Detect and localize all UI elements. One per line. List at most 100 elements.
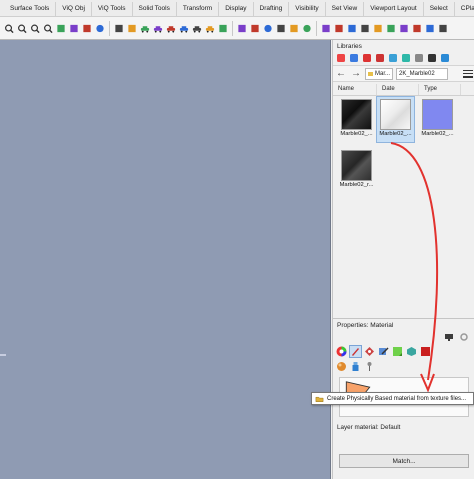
shape-icon[interactable] bbox=[386, 22, 396, 34]
rotate-view-icon[interactable] bbox=[69, 22, 79, 34]
layer-material-label: Layer material: bbox=[337, 424, 379, 431]
material-swatch bbox=[341, 150, 372, 181]
note-icon[interactable] bbox=[392, 346, 403, 357]
image-icon[interactable] bbox=[388, 53, 398, 63]
zoom-window-icon[interactable] bbox=[30, 22, 40, 34]
monitor-icon[interactable] bbox=[444, 332, 454, 342]
right-panel: Libraries ← → Mar... 2K_Marble02 Name Da… bbox=[332, 40, 474, 479]
library-item-label: Marble02_... bbox=[421, 131, 454, 137]
tab-set-view[interactable]: Set View bbox=[326, 2, 365, 16]
tab-visibility[interactable]: Visibility bbox=[289, 2, 326, 16]
library-item-selected[interactable]: Marble02_... bbox=[376, 96, 415, 143]
material-swatch bbox=[422, 99, 453, 130]
camera-icon[interactable] bbox=[427, 53, 437, 63]
match-button[interactable]: Match... bbox=[339, 454, 469, 468]
back-arrow-icon[interactable]: ← bbox=[335, 68, 347, 80]
wireframe-icon[interactable] bbox=[114, 22, 124, 34]
camera-icon[interactable] bbox=[237, 22, 247, 34]
tab-transform[interactable]: Transform bbox=[177, 2, 220, 16]
car-icon[interactable] bbox=[179, 22, 189, 34]
paint-icon[interactable] bbox=[349, 53, 359, 63]
folder-open-icon bbox=[315, 394, 324, 403]
tab-cplane[interactable]: CPlane bbox=[455, 2, 474, 16]
material-swatch bbox=[341, 99, 372, 130]
car-icon[interactable] bbox=[166, 22, 176, 34]
material-swatch bbox=[380, 99, 411, 130]
viewport-edge-marker bbox=[0, 354, 6, 356]
texture-icon[interactable] bbox=[364, 346, 375, 357]
tag-icon[interactable] bbox=[362, 53, 372, 63]
shape-icon[interactable] bbox=[218, 22, 228, 34]
tag-icon[interactable] bbox=[375, 53, 385, 63]
view-icon[interactable] bbox=[82, 22, 92, 34]
tab-viq-obj[interactable]: ViQ Obj bbox=[56, 2, 92, 16]
globe-icon[interactable] bbox=[440, 53, 450, 63]
desk-icon[interactable] bbox=[250, 22, 260, 34]
sphere-icon[interactable] bbox=[336, 361, 347, 372]
color-wheel-icon[interactable] bbox=[336, 53, 346, 63]
paint-brush-icon[interactable] bbox=[349, 345, 362, 358]
car-icon[interactable] bbox=[140, 22, 150, 34]
tab-viewport-layout[interactable]: Viewport Layout bbox=[364, 2, 424, 16]
tab-solid-tools[interactable]: Solid Tools bbox=[133, 2, 177, 16]
save-icon[interactable] bbox=[321, 22, 331, 34]
library-item[interactable]: Marble02_r... bbox=[338, 148, 375, 193]
column-type[interactable]: Type bbox=[419, 84, 461, 95]
properties-title: Properties: Material bbox=[337, 322, 394, 329]
breadcrumb-current[interactable]: 2K_Marble02 bbox=[396, 67, 448, 80]
settings-icon[interactable] bbox=[459, 332, 469, 342]
pencil-icon[interactable] bbox=[378, 346, 389, 357]
shape-icon[interactable] bbox=[334, 22, 344, 34]
car-icon[interactable] bbox=[192, 22, 202, 34]
toolbar-separator bbox=[316, 20, 317, 36]
library-item[interactable]: Marble02_... bbox=[338, 97, 375, 142]
shape-icon[interactable] bbox=[425, 22, 435, 34]
tab-select[interactable]: Select bbox=[424, 2, 455, 16]
folder-icon bbox=[368, 71, 373, 76]
menu-icon[interactable] bbox=[463, 69, 473, 79]
column-date[interactable]: Date bbox=[377, 84, 419, 95]
zoom-icon[interactable] bbox=[4, 22, 14, 34]
toolbar-separator bbox=[232, 20, 233, 36]
breadcrumb-folder[interactable]: Mar... bbox=[365, 67, 393, 80]
shape-icon[interactable] bbox=[360, 22, 370, 34]
cube-icon[interactable] bbox=[406, 346, 417, 357]
shape-icon[interactable] bbox=[399, 22, 409, 34]
material-tools-row-2 bbox=[333, 359, 474, 374]
forward-arrow-icon[interactable]: → bbox=[350, 68, 362, 80]
red-swatch-icon[interactable] bbox=[420, 346, 431, 357]
plant-icon[interactable] bbox=[364, 361, 375, 372]
bottle-icon[interactable] bbox=[350, 361, 361, 372]
light-icon[interactable] bbox=[276, 22, 286, 34]
pan-icon[interactable] bbox=[17, 22, 27, 34]
zoom-selected-icon[interactable] bbox=[43, 22, 53, 34]
shape-icon[interactable] bbox=[373, 22, 383, 34]
toolbar-tab-strip: Surface Tools ViQ Obj ViQ Tools Solid Tools… bbox=[0, 0, 474, 17]
mug-icon[interactable] bbox=[127, 22, 137, 34]
shape-icon[interactable] bbox=[347, 22, 357, 34]
tab-drafting[interactable]: Drafting bbox=[254, 2, 290, 16]
library-item-label: Marble02_... bbox=[340, 131, 373, 137]
column-name[interactable]: Name bbox=[333, 84, 377, 95]
main-toolbar bbox=[0, 17, 474, 40]
library-item-label: Marble02_... bbox=[379, 131, 412, 137]
eye-icon[interactable] bbox=[263, 22, 273, 34]
sphere-icon[interactable] bbox=[95, 22, 105, 34]
shape-icon[interactable] bbox=[438, 22, 448, 34]
light-icon[interactable] bbox=[289, 22, 299, 34]
breadcrumb-item: Mar... bbox=[374, 70, 390, 77]
cloud-icon[interactable] bbox=[401, 53, 411, 63]
layers-icon[interactable] bbox=[414, 53, 424, 63]
undo-view-icon[interactable] bbox=[56, 22, 66, 34]
tab-viq-tools[interactable]: ViQ Tools bbox=[92, 2, 133, 16]
color-wheel-icon[interactable] bbox=[336, 346, 347, 357]
tab-display[interactable]: Display bbox=[219, 2, 254, 16]
shape-icon[interactable] bbox=[412, 22, 422, 34]
viewport[interactable] bbox=[0, 40, 331, 479]
bulb-icon[interactable] bbox=[302, 22, 312, 34]
layer-material-value: Default bbox=[380, 424, 401, 431]
library-item[interactable]: Marble02_... bbox=[419, 97, 456, 142]
tab-surface-tools[interactable]: Surface Tools bbox=[2, 2, 57, 16]
car-icon[interactable] bbox=[205, 22, 215, 34]
car-icon[interactable] bbox=[153, 22, 163, 34]
